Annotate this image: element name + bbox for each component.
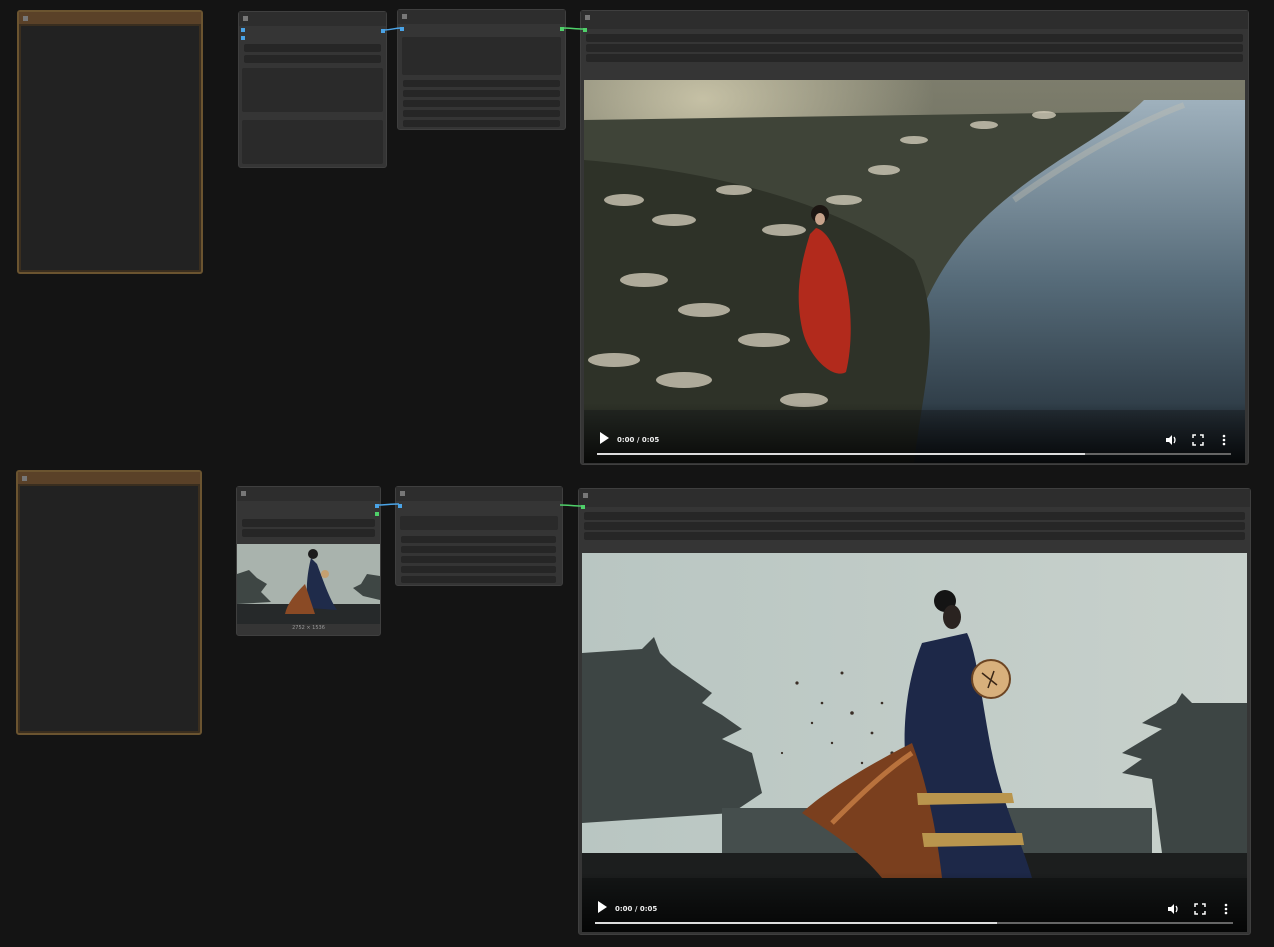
widget-field[interactable]	[584, 532, 1245, 540]
volume-icon[interactable]	[1164, 433, 1178, 447]
sampler-node-bottom[interactable]	[395, 486, 563, 586]
fullscreen-icon[interactable]	[1191, 433, 1205, 447]
play-icon[interactable]	[598, 431, 610, 445]
video-controls: 0:00 / 0:05	[584, 403, 1245, 463]
widget-field[interactable]	[401, 566, 556, 573]
node-header[interactable]	[237, 487, 380, 501]
video-progress-fill	[597, 453, 1086, 455]
widget-field[interactable]	[403, 100, 560, 107]
note-node-header[interactable]	[19, 12, 201, 24]
collapse-toggle[interactable]	[241, 491, 246, 496]
more-options-icon[interactable]	[1217, 433, 1231, 447]
widget-field[interactable]	[586, 54, 1243, 62]
widget-field[interactable]	[403, 90, 560, 97]
widget-field[interactable]	[584, 522, 1245, 530]
preview-thumbnail	[237, 544, 380, 624]
video-time: 0:00 / 0:05	[617, 436, 660, 444]
widget-field[interactable]	[242, 519, 375, 527]
collapse-toggle[interactable]	[402, 14, 407, 19]
widget-field[interactable]	[401, 576, 556, 583]
note-node-top[interactable]	[17, 10, 203, 274]
output-port[interactable]	[375, 512, 379, 516]
input-port[interactable]	[241, 36, 245, 40]
collapse-toggle[interactable]	[22, 476, 27, 481]
note-node-bottom[interactable]	[16, 470, 202, 735]
more-options-icon[interactable]	[1219, 902, 1233, 916]
note-text-area[interactable]	[21, 26, 199, 270]
widget-field[interactable]	[403, 120, 560, 127]
text-area[interactable]	[400, 516, 558, 530]
widget-field[interactable]	[586, 44, 1243, 52]
input-port[interactable]	[581, 505, 585, 509]
output-port[interactable]	[560, 27, 564, 31]
video-player[interactable]: 0:00 / 0:05	[584, 80, 1245, 463]
output-port[interactable]	[375, 504, 379, 508]
widget-field[interactable]	[244, 55, 381, 63]
input-port[interactable]	[400, 27, 404, 31]
loader-node-top[interactable]	[238, 11, 387, 168]
input-port[interactable]	[241, 28, 245, 32]
widget-field[interactable]	[584, 512, 1245, 520]
video-controls: 0:00 / 0:05	[582, 872, 1247, 932]
node-header[interactable]	[396, 487, 562, 501]
image-loader-node-bottom[interactable]: 2752 × 1536	[236, 486, 381, 636]
output-port[interactable]	[381, 29, 385, 33]
video-output-node-top[interactable]: 0:00 / 0:05	[580, 10, 1249, 465]
video-progress-bar[interactable]	[595, 922, 1233, 924]
note-node-header[interactable]	[18, 472, 200, 484]
collapse-toggle[interactable]	[583, 493, 588, 498]
sampler-node-top[interactable]	[397, 9, 566, 130]
node-header[interactable]	[579, 489, 1250, 507]
node-header[interactable]	[581, 11, 1248, 29]
widget-field[interactable]	[401, 546, 556, 553]
collapse-toggle[interactable]	[400, 491, 405, 496]
node-header[interactable]	[239, 12, 386, 26]
widget-field[interactable]	[242, 529, 375, 537]
image-dimensions-label: 2752 × 1536	[292, 625, 325, 631]
video-player[interactable]: 0:00 / 0:05	[582, 553, 1247, 932]
input-port[interactable]	[583, 28, 587, 32]
text-area[interactable]	[402, 37, 561, 75]
image-preview	[237, 544, 380, 624]
video-output-node-bottom[interactable]: 0:00 / 0:05	[578, 488, 1251, 935]
widget-field[interactable]	[403, 80, 560, 87]
widget-field[interactable]	[586, 34, 1243, 42]
text-area[interactable]	[242, 68, 383, 112]
text-area[interactable]	[242, 120, 383, 164]
collapse-toggle[interactable]	[243, 16, 248, 21]
collapse-toggle[interactable]	[585, 15, 590, 20]
volume-icon[interactable]	[1166, 902, 1180, 916]
widget-field[interactable]	[244, 44, 381, 52]
play-icon[interactable]	[596, 900, 608, 914]
widget-field[interactable]	[403, 110, 560, 117]
widget-field[interactable]	[401, 536, 556, 543]
video-time: 0:00 / 0:05	[615, 905, 658, 913]
node-header[interactable]	[398, 10, 565, 24]
note-text-area[interactable]	[20, 486, 198, 731]
video-progress-bar[interactable]	[597, 453, 1231, 455]
collapse-toggle[interactable]	[23, 16, 28, 21]
fullscreen-icon[interactable]	[1193, 902, 1207, 916]
input-port[interactable]	[398, 504, 402, 508]
widget-field[interactable]	[401, 556, 556, 563]
video-progress-fill	[595, 922, 997, 924]
